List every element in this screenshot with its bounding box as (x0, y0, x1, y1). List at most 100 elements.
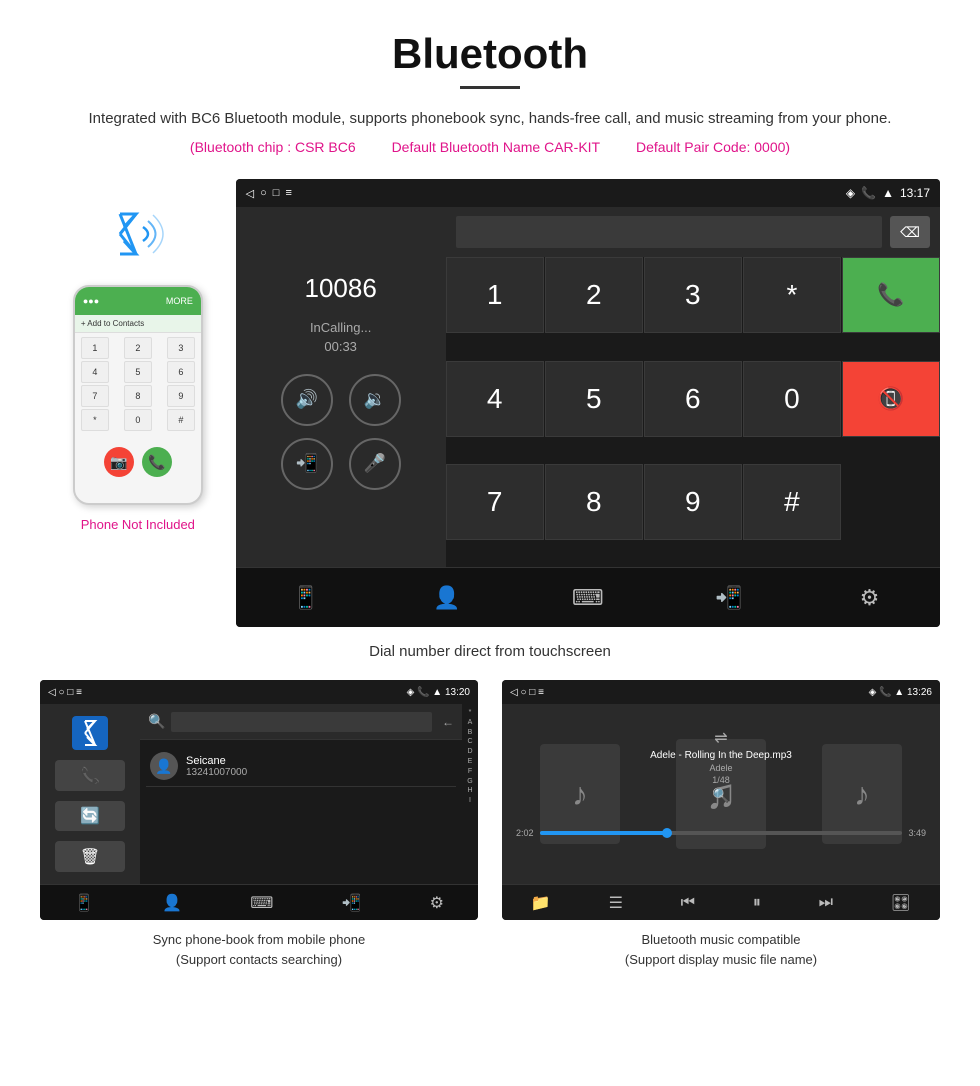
alpha-b: B (468, 728, 473, 738)
music-status-left: ◁ ○ □ ≡ (510, 687, 544, 698)
alpha-d: D (467, 747, 472, 757)
contacts-content: 📞 🔄 🗑 🔍 ← 👤 (40, 704, 478, 884)
dialer-row-2: 4 5 6 (81, 361, 195, 383)
spec-chip: (Bluetooth chip : CSR BC6 (190, 139, 356, 155)
bottom-phone-icon[interactable]: 📲 (704, 578, 754, 618)
phone-mockup-top: ●●● MORE (75, 287, 201, 315)
bottom-settings-icon[interactable]: ⚙ (845, 578, 895, 618)
key-9[interactable]: 9 (644, 464, 742, 540)
phone-not-included-label: Phone Not Included (81, 517, 195, 532)
key-hash[interactable]: # (743, 464, 841, 540)
page-specs: (Bluetooth chip : CSR BC6 Default Blueto… (40, 139, 940, 155)
progress-bar-row: 2:02 3:49 (516, 828, 926, 838)
mic-btn[interactable]: 🎤 (349, 438, 401, 490)
phone-side: ●●● MORE + Add to Contacts 1 2 3 4 5 6 (40, 179, 236, 532)
contacts-time: 13:20 (445, 687, 470, 698)
call-accept-btn[interactable]: 📞 (842, 257, 940, 333)
sidebar-sync-btn[interactable]: 🔄 (55, 801, 125, 832)
phone-signal-icon: 📞 (861, 186, 876, 200)
alpha-star: * (469, 708, 472, 718)
phone-end-call-btn: 📷 (104, 447, 134, 477)
bottom-contacts-icon[interactable]: 👤 (422, 578, 472, 618)
sidebar-delete-btn[interactable]: 🗑 (55, 841, 125, 872)
android-dial-screen: ◁ ○ □ ≡ ◈ 📞 ▲ 13:17 10086 InCalling... (236, 179, 940, 627)
main-section: ●●● MORE + Add to Contacts 1 2 3 4 5 6 (40, 179, 940, 627)
search-input[interactable] (171, 712, 432, 732)
contact-avatar: 👤 (150, 752, 178, 780)
alpha-h: H (467, 786, 472, 796)
contacts-search-bar: 🔍 ← (140, 704, 462, 740)
dialer-input-field[interactable] (456, 216, 882, 248)
phone-call-area: 📷 📞 (75, 443, 201, 481)
wifi-icon: ▲ (882, 186, 894, 200)
dialer-left-panel: 10086 InCalling... 00:33 🔊 🔉 📲 🎤 (236, 207, 446, 567)
key-4[interactable]: 4 (446, 361, 544, 437)
bottom-keypad-icon[interactable]: ⌨ (563, 578, 613, 618)
call-controls: 🔊 🔉 (281, 374, 401, 426)
call-end-btn[interactable]: 📵 (842, 361, 940, 437)
progress-fill (540, 831, 667, 835)
key-1[interactable]: 1 (446, 257, 544, 333)
key-2[interactable]: 2 (545, 257, 643, 333)
music-search-icon[interactable]: 🔍 (712, 787, 729, 804)
cb-contact-icon[interactable]: 👤 (162, 893, 182, 913)
cb-transfer-icon[interactable]: 📲 (341, 893, 361, 913)
dialer-row-1: 1 2 3 (81, 337, 195, 359)
next-icon[interactable]: ⏭ (819, 894, 833, 912)
play-pause-icon[interactable]: ⏸ (753, 894, 761, 912)
current-time: 2:02 (516, 828, 534, 838)
key-star: * (81, 409, 109, 431)
bottom-screenshots: ◁ ○ □ ≡ ◈ 📞 ▲ 13:20 (40, 680, 940, 969)
location-icon: ◈ (846, 186, 855, 200)
sidebar-bluetooth-icon (72, 716, 108, 750)
bottom-call-transfer-icon[interactable]: 📱 (281, 578, 331, 618)
key-8[interactable]: 8 (545, 464, 643, 540)
android-bottom-bar: 📱 👤 ⌨ 📲 ⚙ (236, 567, 940, 627)
music-status-right: ◈ 📞 ▲ 13:26 (869, 687, 932, 698)
dialer-input-row: ⌫ (446, 207, 940, 257)
progress-bar[interactable] (540, 831, 903, 835)
menu-icon: ≡ (285, 187, 291, 199)
alpha-a: A (468, 718, 473, 728)
transfer-btn[interactable]: 📲 (281, 438, 333, 490)
folder-icon[interactable]: 📁 (531, 893, 551, 913)
volume-up-btn[interactable]: 🔊 (281, 374, 333, 426)
playlist-icon[interactable]: ☰ (609, 893, 623, 913)
music-content: ♪ ♫ ♪ ⇌ Adele - Rolling (502, 704, 940, 884)
phone-keypad: 1 2 3 4 5 6 7 8 9 * (75, 333, 201, 437)
phone-call-btn: 📞 (142, 447, 172, 477)
cb-keypad-icon[interactable]: ⌨ (250, 893, 273, 913)
android-dialer: 10086 InCalling... 00:33 🔊 🔉 📲 🎤 (236, 207, 940, 567)
contacts-caption: Sync phone-book from mobile phone(Suppor… (153, 930, 365, 969)
cb-phone-icon[interactable]: 📱 (74, 893, 94, 913)
equalizer-icon[interactable]: 🎛 (891, 893, 911, 913)
music-screenshot-col: ◁ ○ □ ≡ ◈ 📞 ▲ 13:26 ♪ ♫ (502, 680, 940, 969)
sidebar-phone-btn[interactable]: 📞 (55, 760, 125, 791)
recents-icon: □ (273, 187, 280, 199)
key-3[interactable]: 3 (644, 257, 742, 333)
volume-down-btn[interactable]: 🔉 (349, 374, 401, 426)
key-6[interactable]: 6 (644, 361, 742, 437)
contacts-bottom-bar: 📱 👤 ⌨ 📲 ⚙ (40, 884, 478, 920)
dial-caption: Dial number direct from touchscreen (40, 643, 940, 660)
key-7[interactable]: 7 (446, 464, 544, 540)
add-to-contacts: + Add to Contacts (75, 315, 201, 333)
music-status-bar: ◁ ○ □ ≡ ◈ 📞 ▲ 13:26 (502, 680, 940, 704)
page-wrapper: Bluetooth Integrated with BC6 Bluetooth … (0, 0, 980, 1025)
contacts-list: 👤 Seicane 13241007000 (140, 740, 462, 793)
dialer-backspace-btn[interactable]: ⌫ (890, 216, 930, 248)
key-0[interactable]: 0 (743, 361, 841, 437)
home-icon: ○ (260, 187, 267, 199)
contacts-screenshot-col: ◁ ○ □ ≡ ◈ 📞 ▲ 13:20 (40, 680, 478, 969)
music-screen: ◁ ○ □ ≡ ◈ 📞 ▲ 13:26 ♪ ♫ (502, 680, 940, 920)
cb-settings-icon[interactable]: ⚙ (430, 893, 444, 913)
progress-dot (662, 828, 672, 838)
contacts-caption-text: Sync phone-book from mobile phone(Suppor… (153, 932, 365, 967)
key-star[interactable]: * (743, 257, 841, 333)
alpha-i: I (469, 796, 471, 806)
prev-icon[interactable]: ⏮ (681, 894, 695, 912)
status-left: ◁ ○ □ ≡ (246, 187, 292, 200)
page-title: Bluetooth (40, 30, 940, 78)
key-5[interactable]: 5 (545, 361, 643, 437)
back-icon: ◁ (246, 187, 254, 200)
